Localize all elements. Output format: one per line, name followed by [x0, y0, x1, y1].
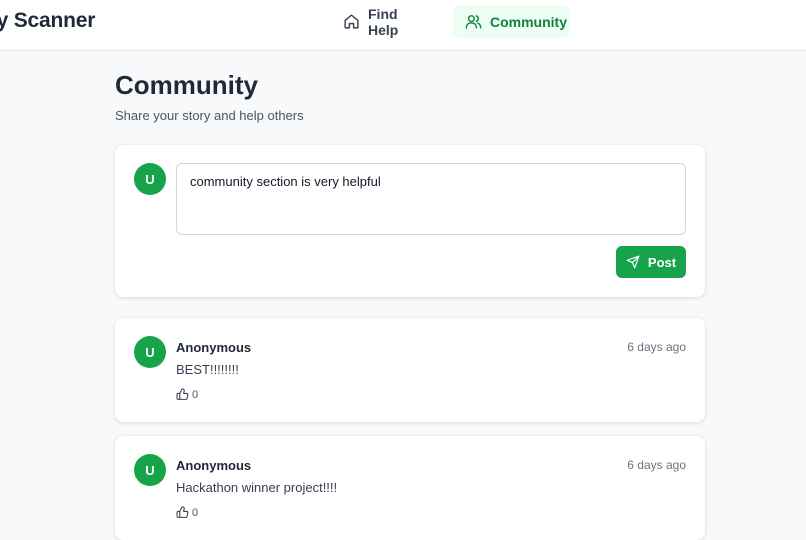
home-icon [344, 14, 359, 29]
post-content: Hackathon winner project!!!! [176, 480, 338, 495]
post-card: U Anonymous 6 days ago BEST!!!!!!!! 0 [115, 318, 705, 422]
nav-find-help[interactable]: Find Help [331, 5, 435, 38]
thumbs-up-icon [176, 506, 189, 518]
brand-logo-text[interactable]: dy Scanner [0, 9, 95, 33]
page-subtitle: Share your story and help others [115, 108, 304, 123]
like-count: 0 [192, 506, 199, 519]
like-button[interactable]: 0 [176, 388, 198, 401]
avatar: U [134, 454, 166, 486]
thumbs-up-icon [176, 388, 189, 400]
like-count: 0 [192, 388, 199, 401]
post-card: U Anonymous 6 days ago Hackathon winner … [115, 436, 705, 540]
post-button[interactable]: Post [616, 246, 686, 278]
avatar: U [134, 163, 166, 195]
post-timestamp: 6 days ago [627, 458, 686, 472]
post-content: BEST!!!!!!!! [176, 362, 239, 377]
post-timestamp: 6 days ago [627, 340, 686, 354]
post-author: Anonymous [176, 340, 252, 355]
post-author: Anonymous [176, 458, 252, 473]
post-text-input[interactable]: community section is very helpful [176, 163, 686, 235]
avatar: U [134, 336, 166, 368]
post-button-label: Post [647, 254, 677, 270]
nav-community[interactable]: Community [453, 5, 570, 38]
post-composer-card: U community section is very helpful Post [115, 145, 705, 297]
top-navbar: dy Scanner Find Help Community [0, 0, 806, 51]
users-icon [465, 15, 482, 29]
page-title: Community [115, 70, 258, 100]
nav-community-label: Community [490, 13, 567, 30]
like-button[interactable]: 0 [176, 506, 198, 519]
send-icon [626, 255, 640, 269]
nav-find-help-label: Find Help [368, 5, 399, 38]
